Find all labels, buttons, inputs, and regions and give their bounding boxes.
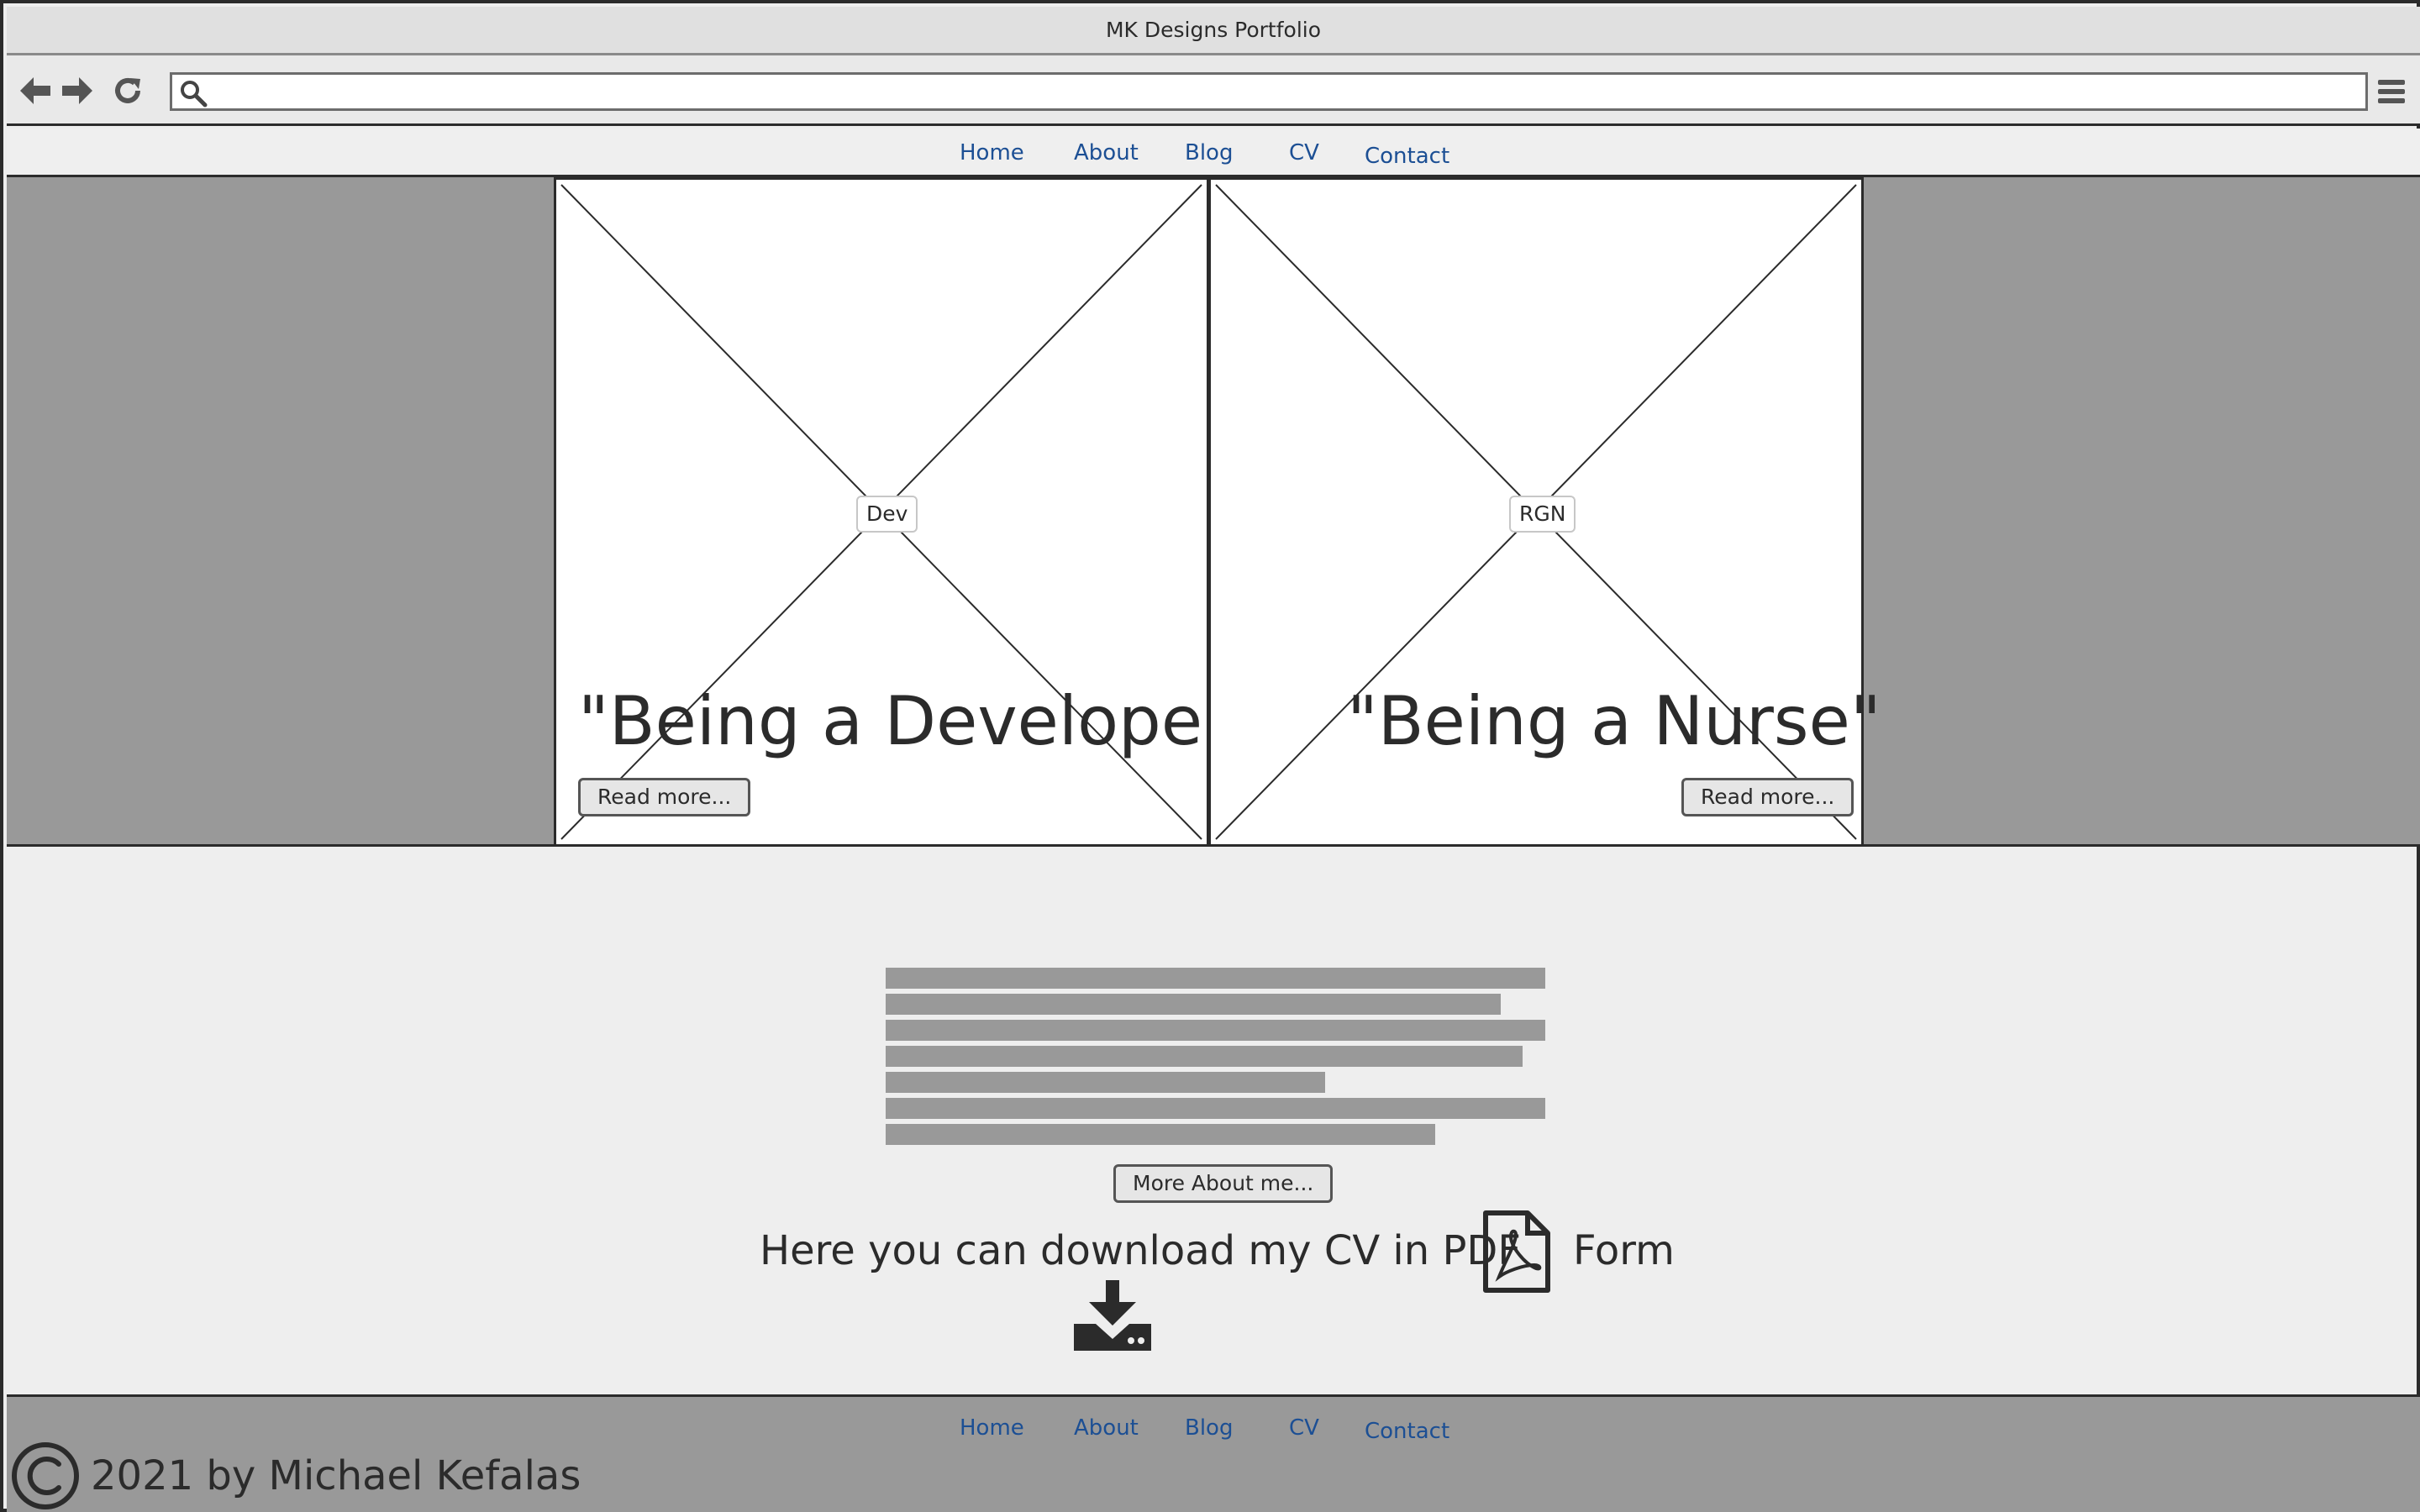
nurse-card: RGN "Being a Nurse" Read more... [1208,177,1881,847]
text-line [886,1072,1325,1093]
cv-download-text: Here you can download my CV in PDF [760,1227,1521,1274]
about-text-placeholder [886,968,1545,1150]
footer-cv-link[interactable]: CV [1289,1404,1319,1452]
developer-card-title: "Being a Developer" [578,682,1261,760]
top-nav: Home About Blog CV Contact [7,129,2420,177]
footer-about-link[interactable]: About [1074,1404,1139,1452]
hamburger-menu-icon[interactable] [2376,76,2407,107]
window-titlebar: MK Designs Portfolio [7,7,2420,55]
nurse-card-title: "Being a Nurse" [1347,682,1881,760]
nav-blog-link[interactable]: Blog [1185,129,1233,177]
pdf-file-icon[interactable] [1481,1210,1553,1294]
reload-button[interactable] [111,74,145,108]
footer-home-link[interactable]: Home [960,1404,1024,1452]
text-line [886,1046,1523,1067]
nav-cv-link[interactable]: CV [1289,129,1319,177]
arrow-left-icon [20,77,50,104]
reload-icon [115,77,140,103]
nav-contact-link[interactable]: Contact [1365,132,1449,181]
copyright-text: 2021 by Michael Kefalas [91,1452,581,1499]
text-line [886,1124,1435,1145]
developer-card-tag: Dev [856,496,918,533]
footer-blog-link[interactable]: Blog [1185,1404,1233,1452]
text-line [886,1098,1545,1119]
text-line [886,968,1545,989]
hero-section: Dev "Being a Developer" Read more... RGN… [7,177,2420,847]
nav-about-link[interactable]: About [1074,129,1139,177]
footer: Home About Blog CV Contact 2021 by Micha… [7,1394,2420,1512]
window-title: MK Designs Portfolio [1105,18,1322,42]
forward-button[interactable] [60,74,94,108]
text-line [886,1020,1545,1041]
copyright: 2021 by Michael Kefalas [10,1441,581,1511]
back-button[interactable] [18,74,52,108]
download-icon[interactable] [1074,1280,1151,1351]
developer-card: Dev "Being a Developer" Read more... [554,177,1261,847]
search-icon [181,81,208,108]
nurse-card-tag: RGN [1509,496,1576,533]
nav-home-link[interactable]: Home [960,129,1024,177]
nurse-read-more-button[interactable]: Read more... [1681,778,1854,816]
browser-toolbar [7,55,2420,126]
footer-contact-link[interactable]: Contact [1365,1407,1449,1456]
browser-window: MK Designs Portfolio Home About Blog CV … [0,0,2420,1512]
address-bar[interactable] [170,72,2368,111]
text-line [886,994,1501,1015]
developer-read-more-button[interactable]: Read more... [578,778,751,816]
copyright-icon [12,1442,79,1509]
more-about-me-button[interactable]: More About me... [1113,1164,1334,1203]
arrow-right-icon [62,77,92,104]
pdf-form-label: Form [1573,1227,1675,1274]
